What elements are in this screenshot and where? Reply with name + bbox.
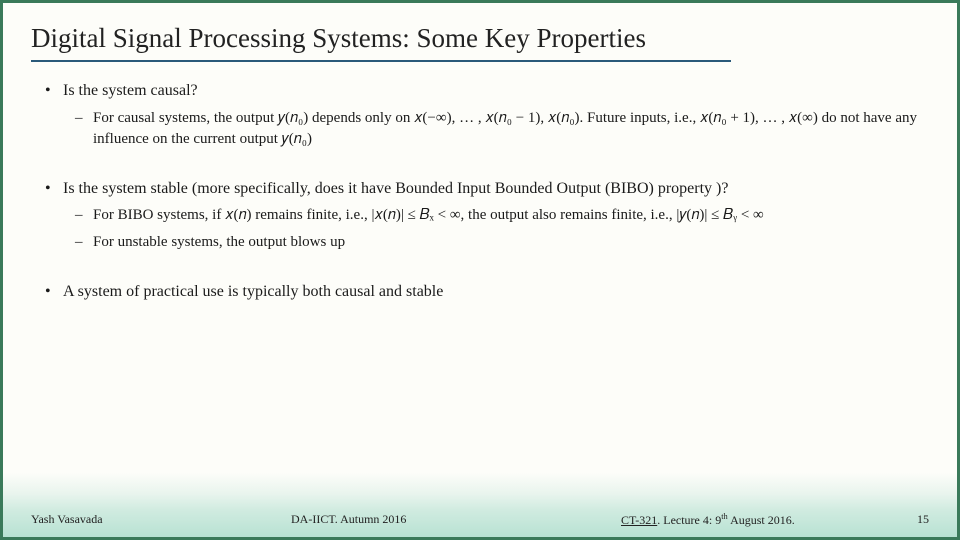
footer-institution: DA-IICT. Autumn 2016 [291, 512, 406, 527]
bullet-stable: Is the system stable (more specifically,… [45, 178, 929, 254]
sub-list-stable: For BIBO systems, if 𝑥(𝑛) remains finite… [63, 205, 929, 253]
bullet-list-2: Is the system stable (more specifically,… [31, 178, 929, 254]
bullet-causal-text: Is the system causal? [63, 82, 198, 99]
bullet-causal: Is the system causal? For causal systems… [45, 80, 929, 150]
bullet-list-3: A system of practical use is typically b… [31, 281, 929, 303]
footer-lecture-suffix: August 2016. [728, 513, 795, 527]
footer: Yash Vasavada DA-IICT. Autumn 2016 CT-32… [31, 512, 929, 527]
sub-bibo-detail: For BIBO systems, if 𝑥(𝑛) remains finite… [75, 205, 929, 226]
footer-page-number: 15 [917, 512, 929, 527]
footer-author: Yash Vasavada [31, 512, 103, 527]
bullet-list: Is the system causal? For causal systems… [31, 80, 929, 150]
sub-causal-detail: For causal systems, the output 𝑦(𝑛₀) dep… [75, 108, 929, 150]
bullet-stable-text: Is the system stable (more specifically,… [63, 180, 728, 197]
slide-title: Digital Signal Processing Systems: Some … [31, 23, 929, 54]
title-underline [31, 60, 731, 62]
sub-unstable-detail: For unstable systems, the output blows u… [75, 232, 929, 253]
footer-lecture-prefix: . Lecture 4: 9 [657, 513, 721, 527]
footer-course-code: CT-321 [621, 513, 657, 527]
sub-list-causal: For causal systems, the output 𝑦(𝑛₀) dep… [63, 108, 929, 150]
footer-lecture: CT-321. Lecture 4: 9th August 2016. [621, 512, 795, 528]
slide: Digital Signal Processing Systems: Some … [0, 0, 960, 540]
spacer [31, 156, 929, 178]
bullet-practical: A system of practical use is typically b… [45, 281, 929, 303]
spacer-2 [31, 259, 929, 281]
